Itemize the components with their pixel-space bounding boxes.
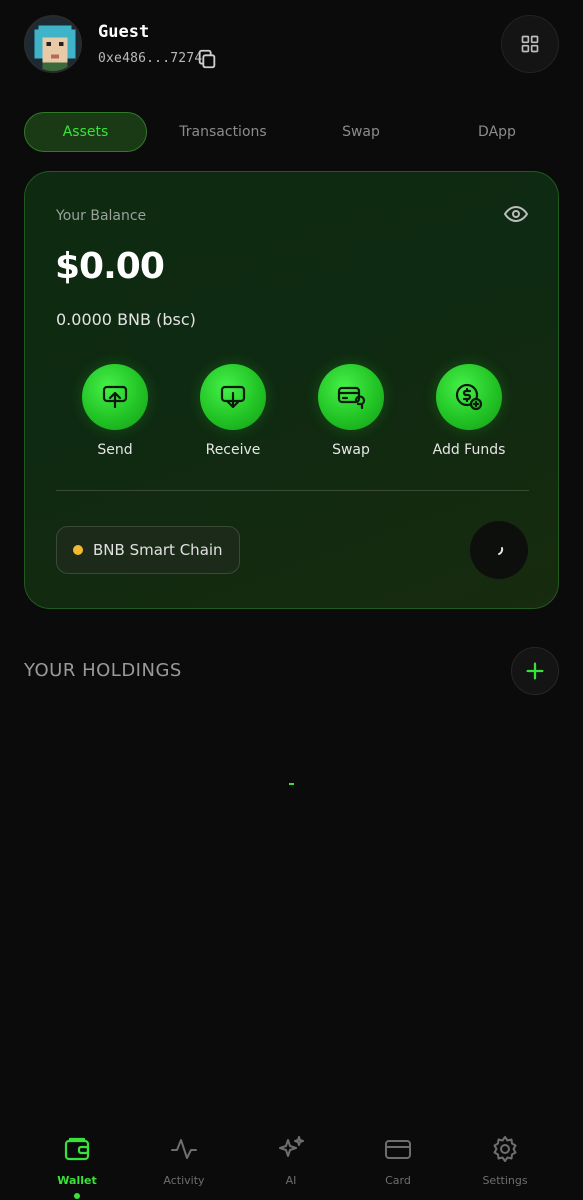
add-token-button[interactable] (511, 647, 559, 695)
network-selector[interactable]: BNB Smart Chain (56, 526, 240, 574)
network-status-dot (73, 545, 83, 555)
grid-icon (521, 35, 539, 53)
swap-label: Swap (332, 442, 370, 458)
activity-icon (171, 1139, 197, 1159)
copy-icon[interactable] (196, 48, 218, 70)
nav-settings-label: Settings (482, 1174, 528, 1187)
tab-transactions[interactable]: Transactions (159, 112, 287, 152)
nav-activity[interactable]: Activity (134, 1134, 234, 1187)
nav-card-label: Card (385, 1174, 411, 1187)
swap-button[interactable]: Swap (296, 364, 406, 458)
balance-label: Your Balance (56, 208, 147, 224)
wallet-icon (64, 1137, 90, 1161)
sparkle-icon (279, 1136, 304, 1157)
header: Guest 0xe486...7274 (0, 0, 583, 90)
native-balance: 0.0000 BNB (bsc) (56, 310, 196, 329)
user-name: Guest (98, 22, 150, 42)
nav-wallet-label: Wallet (57, 1174, 97, 1187)
receive-icon (220, 385, 246, 409)
nav-activity-label: Activity (163, 1174, 205, 1187)
balance-value: $0.00 (55, 246, 165, 287)
card-icon (385, 1140, 411, 1159)
wallet-address: 0xe486...7274 (98, 51, 203, 66)
add-funds-icon (455, 383, 483, 411)
nav-settings[interactable]: Settings (455, 1134, 555, 1187)
add-funds-button[interactable]: Add Funds (414, 364, 524, 458)
loading-spinner (470, 521, 528, 579)
nav-ai[interactable]: AI (241, 1134, 341, 1187)
send-button[interactable]: Send (60, 364, 170, 458)
tab-swap[interactable]: Swap (302, 112, 420, 152)
gear-icon (493, 1136, 517, 1162)
tab-assets[interactable]: Assets (24, 112, 147, 152)
balance-card: Your Balance $0.00 0.0000 BNB (bsc) Send… (24, 171, 559, 609)
divider (56, 490, 529, 491)
tab-dapp[interactable]: DApp (438, 112, 556, 152)
bottom-nav: Wallet Activity AI Card Settings (0, 1120, 583, 1200)
pixel-avatar-icon (26, 17, 80, 71)
receive-label: Receive (205, 442, 261, 458)
active-indicator (74, 1193, 80, 1199)
eye-icon[interactable] (503, 204, 529, 224)
receive-button[interactable]: Receive (178, 364, 288, 458)
send-label: Send (97, 442, 133, 458)
holdings-loading-indicator (289, 783, 294, 785)
swap-icon (337, 386, 366, 410)
holdings-title: YOUR HOLDINGS (24, 660, 182, 681)
nav-wallet[interactable]: Wallet (27, 1134, 127, 1199)
add-funds-label: Add Funds (432, 442, 506, 458)
nav-ai-label: AI (285, 1174, 297, 1187)
menu-button[interactable] (501, 15, 559, 73)
plus-icon (526, 662, 544, 680)
spinner-icon (498, 547, 504, 555)
send-icon (102, 385, 128, 409)
network-name: BNB Smart Chain (93, 541, 223, 559)
nav-card[interactable]: Card (348, 1134, 448, 1187)
avatar[interactable] (24, 15, 82, 73)
tab-bar: Assets Transactions Swap DApp (24, 112, 559, 154)
